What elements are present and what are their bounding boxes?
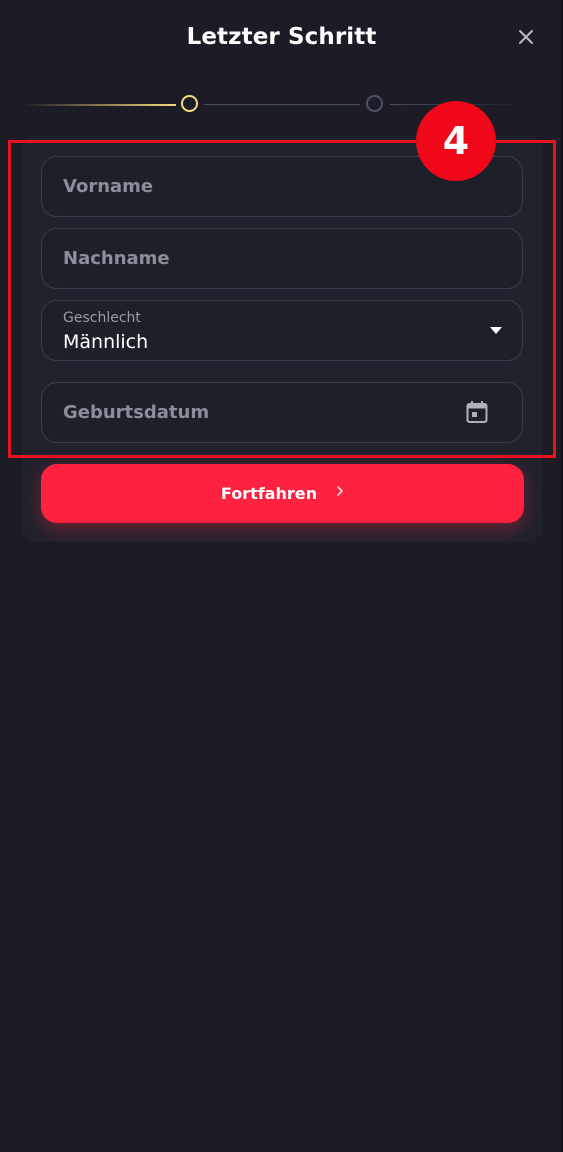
- continue-label: Fortfahren: [220, 484, 317, 503]
- step-number-badge: 4: [416, 101, 496, 181]
- close-button[interactable]: [515, 26, 537, 48]
- chevron-right-icon: [337, 486, 343, 496]
- close-icon: [519, 30, 533, 44]
- step-line-completed: [24, 104, 176, 106]
- step-line-pending: [204, 104, 360, 105]
- continue-button[interactable]: Fortfahren: [41, 464, 524, 523]
- modal-header: Letzter Schritt: [0, 0, 563, 80]
- modal-title: Letzter Schritt: [186, 24, 377, 50]
- step-1-indicator: [181, 95, 198, 112]
- step-2-indicator: [366, 95, 383, 112]
- highlight-box: [8, 140, 556, 458]
